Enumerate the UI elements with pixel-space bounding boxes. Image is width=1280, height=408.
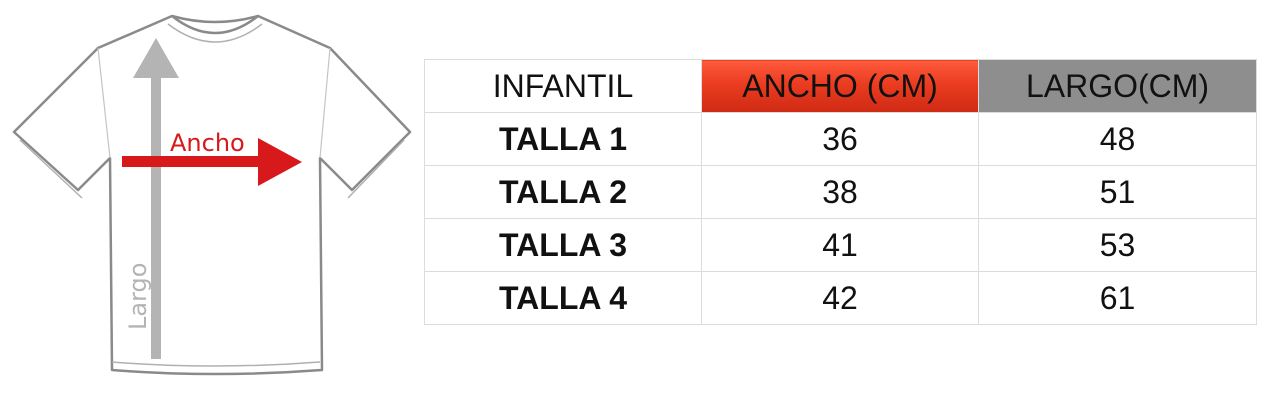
ancho-value: 41 <box>701 218 979 272</box>
table-row: TALLA 3 41 53 <box>424 218 1257 272</box>
tshirt-illustration: Largo Ancho <box>12 14 412 376</box>
size-label: TALLA 2 <box>424 165 702 219</box>
largo-value: 53 <box>978 218 1257 272</box>
size-label: TALLA 4 <box>424 271 702 325</box>
largo-value: 61 <box>978 271 1257 325</box>
ancho-label: Ancho <box>170 129 245 157</box>
size-label: TALLA 1 <box>424 112 702 166</box>
size-chart-table: INFANTIL ANCHO (CM) LARGO(CM) TALLA 1 36… <box>424 59 1257 325</box>
table-row: TALLA 4 42 61 <box>424 271 1257 325</box>
header-ancho: ANCHO (CM) <box>701 59 979 113</box>
tshirt-size-diagram: Largo Ancho <box>0 0 420 408</box>
table-row: TALLA 2 38 51 <box>424 165 1257 219</box>
ancho-value: 42 <box>701 271 979 325</box>
ancho-value: 36 <box>701 112 979 166</box>
largo-label: Largo <box>124 263 152 330</box>
largo-value: 51 <box>978 165 1257 219</box>
table-row: TALLA 1 36 48 <box>424 112 1257 166</box>
header-infantil: INFANTIL <box>424 59 702 113</box>
largo-value: 48 <box>978 112 1257 166</box>
header-largo: LARGO(CM) <box>978 59 1257 113</box>
table-header-row: INFANTIL ANCHO (CM) LARGO(CM) <box>424 59 1257 113</box>
ancho-value: 38 <box>701 165 979 219</box>
size-label: TALLA 3 <box>424 218 702 272</box>
